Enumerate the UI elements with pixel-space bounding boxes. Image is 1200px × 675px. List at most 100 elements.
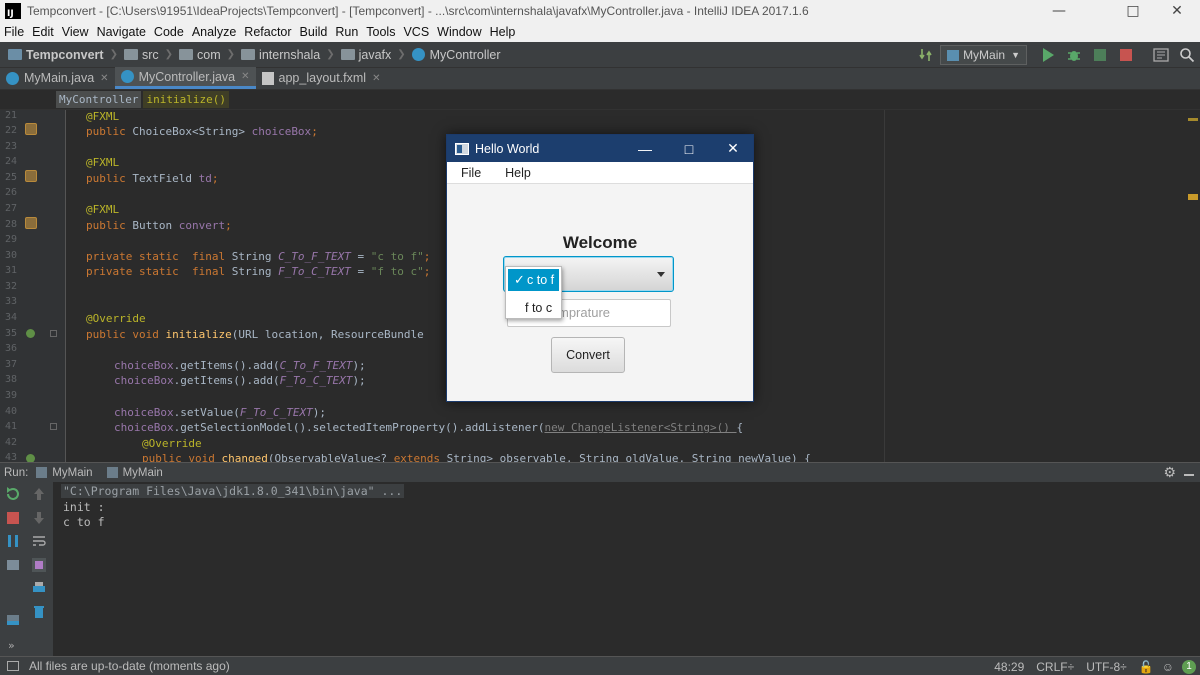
build-project-icon[interactable] — [919, 47, 935, 63]
breadcrumb-project[interactable]: Tempconvert — [8, 48, 104, 62]
line-number: 41 — [5, 421, 18, 432]
fxml-link-icon[interactable] — [25, 217, 37, 229]
menu-window[interactable]: Window — [437, 25, 481, 39]
tool-windows-icon[interactable] — [7, 661, 19, 671]
file-encoding[interactable]: UTF-8÷ — [1086, 660, 1127, 674]
breadcrumb-label: com — [197, 47, 221, 62]
fxml-link-icon[interactable] — [25, 123, 37, 135]
maximize-button[interactable]: □ — [1110, 0, 1156, 22]
code-crumb-method[interactable]: initialize() — [143, 91, 229, 108]
menu-refactor[interactable]: Refactor — [244, 25, 291, 39]
breadcrumb-mycontroller[interactable]: MyController — [411, 48, 501, 62]
print-icon[interactable] — [31, 580, 47, 596]
run-tab-mymain-2[interactable]: MyMain — [106, 467, 163, 479]
fx-menu-bar: File Help — [447, 162, 753, 184]
menu-help[interactable]: Help — [490, 25, 516, 39]
code-line: @FXML — [86, 110, 120, 123]
hide-icon[interactable] — [1184, 474, 1194, 476]
window-title: Tempconvert - [C:\Users\91951\IdeaProjec… — [27, 4, 809, 18]
close-icon[interactable]: ✕ — [241, 71, 249, 82]
code-line: public TextField td; — [86, 172, 219, 185]
scroll-up-icon[interactable] — [31, 486, 47, 502]
breadcrumb-src[interactable]: src — [123, 48, 159, 62]
scroll-to-end-icon[interactable] — [31, 557, 47, 573]
minimize-button[interactable]: — — [1036, 0, 1082, 22]
tab-mymain[interactable]: MyMain.java ✕ — [0, 67, 115, 89]
project-structure-icon[interactable] — [1153, 47, 1169, 63]
menu-view[interactable]: View — [62, 25, 89, 39]
fold-icon[interactable] — [50, 330, 57, 337]
line-number: 30 — [5, 250, 18, 261]
line-separator[interactable]: CRLF÷ — [1036, 660, 1074, 674]
fx-menu-file[interactable]: File — [453, 166, 481, 180]
fx-window-title: Hello World — [475, 141, 540, 156]
menu-code[interactable]: Code — [154, 25, 184, 39]
breadcrumb-javafx[interactable]: javafx — [340, 48, 391, 62]
breadcrumb-com[interactable]: com — [179, 48, 221, 62]
run-config-select[interactable]: MyMain ▼ — [940, 45, 1027, 65]
tab-app-layout[interactable]: app_layout.fxml ✕ — [256, 67, 387, 89]
lock-icon[interactable]: 🔓 — [1139, 660, 1154, 674]
menu-analyze[interactable]: Analyze — [192, 25, 236, 39]
menu-edit[interactable]: Edit — [32, 25, 54, 39]
menu-build[interactable]: Build — [300, 25, 328, 39]
close-icon[interactable]: ✕ — [100, 73, 108, 84]
stop-icon[interactable] — [5, 510, 21, 526]
warning-marker[interactable] — [1188, 118, 1198, 121]
code-line: @FXML — [86, 203, 120, 216]
coverage-icon[interactable] — [1092, 47, 1108, 63]
clear-all-icon[interactable] — [31, 604, 47, 620]
line-number: 27 — [5, 203, 18, 214]
fx-maximize-button[interactable]: □ — [667, 135, 711, 162]
rerun-icon[interactable] — [5, 486, 21, 502]
code-crumb-class[interactable]: MyController — [56, 91, 142, 108]
code-line: choiceBox.getSelectionModel().selectedIt… — [114, 421, 744, 434]
editor-scrollbar[interactable] — [1186, 110, 1200, 462]
run-tab-mymain[interactable]: MyMain — [36, 467, 93, 479]
tab-label: MyController.java — [138, 69, 236, 84]
soft-wrap-icon[interactable] — [31, 533, 47, 549]
fx-menu-help[interactable]: Help — [497, 166, 531, 180]
line-number: 25 — [5, 172, 18, 183]
close-button[interactable]: ✕ — [1154, 0, 1200, 22]
warning-marker[interactable] — [1188, 194, 1198, 200]
breadcrumb-label: internshala — [259, 47, 321, 62]
gear-icon[interactable]: ⚙ — [1163, 464, 1176, 481]
menu-file[interactable]: File — [4, 25, 24, 39]
debug-icon[interactable] — [1066, 47, 1082, 63]
fx-minimize-button[interactable]: — — [623, 135, 667, 162]
implements-method-icon[interactable] — [26, 454, 35, 462]
fxml-link-icon[interactable] — [25, 170, 37, 182]
pause-icon[interactable] — [5, 533, 21, 549]
run-icon[interactable] — [1040, 47, 1056, 63]
fold-icon[interactable] — [50, 423, 57, 430]
chevron-right-icon: ❯ — [109, 49, 118, 60]
application-icon — [36, 467, 48, 478]
layout-icon[interactable] — [5, 612, 21, 628]
tab-mycontroller[interactable]: MyController.java ✕ — [114, 67, 256, 89]
close-icon[interactable]: ✕ — [372, 73, 380, 84]
fx-close-button[interactable]: ✕ — [711, 135, 755, 162]
menu-tools[interactable]: Tools — [366, 25, 395, 39]
implements-method-icon[interactable] — [26, 329, 35, 338]
code-line: public void changed(ObservableValue<? ex… — [142, 452, 811, 462]
dropdown-option-c-to-f[interactable]: ✓ c to f — [508, 269, 559, 291]
run-console[interactable]: "C:\Program Files\Java\jdk1.8.0_341\bin\… — [54, 482, 1200, 656]
dropdown-option-f-to-c[interactable]: f to c — [506, 297, 561, 319]
hector-icon[interactable]: ☺ — [1162, 660, 1174, 674]
caret-position[interactable]: 48:29 — [994, 660, 1024, 674]
stop-icon[interactable] — [1118, 47, 1134, 63]
menu-run[interactable]: Run — [335, 25, 358, 39]
code-line: public void initialize(URL location, Res… — [86, 328, 431, 341]
more-icon[interactable]: » — [8, 639, 15, 652]
code-breadcrumb: MyController initialize() — [0, 90, 1200, 110]
status-bar: All files are up-to-date (moments ago) 4… — [0, 656, 1200, 675]
menu-navigate[interactable]: Navigate — [97, 25, 146, 39]
convert-button[interactable]: Convert — [551, 337, 625, 373]
dump-threads-icon[interactable] — [5, 557, 21, 573]
breadcrumb-internshala[interactable]: internshala — [241, 48, 320, 62]
search-icon[interactable] — [1179, 47, 1195, 63]
event-log-icon[interactable]: 1 — [1182, 659, 1196, 674]
scroll-down-icon[interactable] — [31, 510, 47, 526]
menu-vcs[interactable]: VCS — [403, 25, 429, 39]
